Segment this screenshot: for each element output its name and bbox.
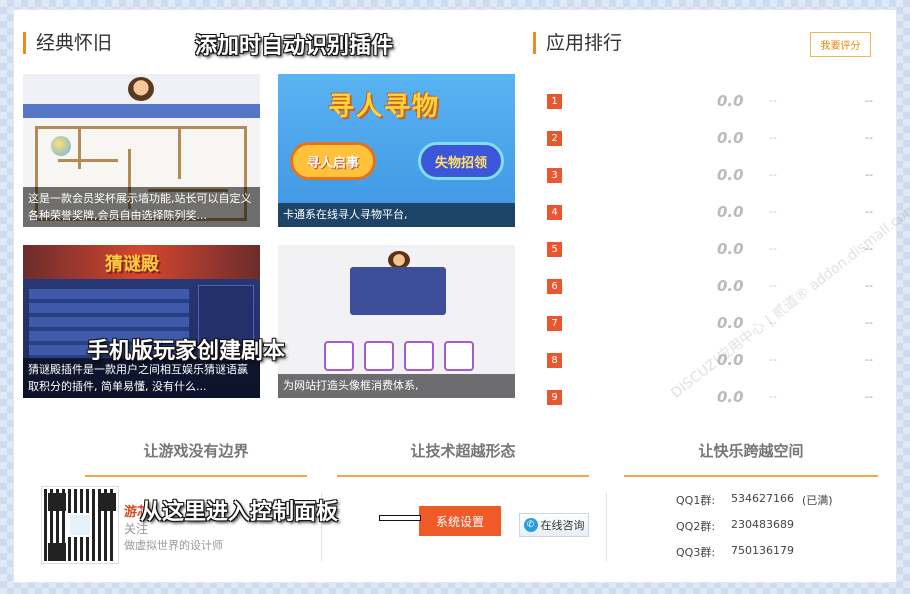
rank-col: -- [865,242,873,255]
rank-col: -- [865,390,873,403]
qr-logo-icon [68,513,92,537]
arrow-icon [380,516,420,520]
rank-col: -- [769,94,777,107]
ranking-row[interactable]: 5 0.0 -- -- [547,240,877,260]
rank-score: 0.0 [717,388,744,406]
plugin-card-avatar-frame[interactable]: 为网站打造头像框消费体系, [278,245,515,398]
rank-col: -- [769,205,777,218]
rank-score: 0.0 [717,277,744,295]
rank-col: -- [865,131,873,144]
ranking-row[interactable]: 8 0.0 -- -- [547,351,877,371]
rank-col: -- [865,205,873,218]
rank-col: -- [865,316,873,329]
rank-badge: 4 [547,205,562,220]
annotation-enter-panel: 从这里进入控制面板 [140,500,339,525]
qq-label: QQ2群: [676,520,716,533]
ranking-row[interactable]: 7 0.0 -- -- [547,314,877,334]
rank-col: -- [769,168,777,181]
chat-icon: ✆ [523,518,538,532]
rank-badge: 3 [547,168,562,183]
qq-label: QQ3群: [676,546,716,559]
rank-col: -- [865,168,873,181]
rank-score: 0.0 [717,129,744,147]
rank-badge: 2 [547,131,562,146]
ranking-row[interactable]: 6 0.0 -- -- [547,277,877,297]
ranking-row[interactable]: 1 0.0 -- -- [547,92,877,112]
slogan-joy: 让快乐跨越空间 [624,440,878,477]
rank-score: 0.0 [717,351,744,369]
rank-col: -- [769,390,777,403]
section-title-ranking: 应用排行 [533,32,622,54]
plugin-card-lost-found[interactable]: 寻人寻物 寻人启事 失物招领 卡通系在线寻人寻物平台, [278,74,515,227]
annotation-auto-detect: 添加时自动识别插件 [195,34,394,59]
rank-col: -- [769,279,777,292]
qq-number[interactable]: 534627166 [731,492,794,505]
qq-number[interactable]: 230483689 [731,518,794,531]
rank-score: 0.0 [717,166,744,184]
ranking-row[interactable]: 9 0.0 -- -- [547,388,877,408]
section-title-classic: 经典怀旧 [23,32,112,54]
online-consult-button[interactable]: ✆ 在线咨询 [519,513,589,537]
system-settings-button[interactable]: 系统设置 [419,506,501,536]
rank-col: -- [769,242,777,255]
rank-badge: 7 [547,316,562,331]
rank-score: 0.0 [717,203,744,221]
rank-badge: 5 [547,242,562,257]
plugin-card-riddle[interactable]: 猜谜殿 猜谜殿插件是一款用户之间相互娱乐猜谜语赢取积分的插件, 简单易懂, 没有… [23,245,260,398]
rank-col: -- [865,353,873,366]
divider [606,492,607,562]
rank-badge: 1 [547,94,562,109]
ranking-row[interactable]: 3 0.0 -- -- [547,166,877,186]
rank-badge: 8 [547,353,562,368]
avatar-icon [128,77,154,101]
card-caption: 这是一款会员奖杯展示墙功能,站长可以自定义各种荣誉奖牌,会员自由选择陈列奖... [23,187,260,227]
rank-col: -- [769,316,777,329]
rank-badge: 6 [547,279,562,294]
card-caption: 卡通系在线寻人寻物平台, [278,203,515,227]
slogan-tech: 让技术超越形态 [337,440,589,477]
annotation-mobile-script: 手机版玩家创建剧本 [87,339,286,364]
ranking-row[interactable]: 4 0.0 -- -- [547,203,877,223]
rank-col: -- [769,131,777,144]
card-logo: 猜谜殿 [105,254,159,275]
card-caption: 为网站打造头像框消费体系, [278,374,515,398]
rank-score: 0.0 [717,314,744,332]
rank-score: 0.0 [717,92,744,110]
slogan-game: 让游戏没有边界 [85,440,307,477]
plugin-card-trophy-wall[interactable]: 这是一款会员奖杯展示墙功能,站长可以自定义各种荣誉奖牌,会员自由选择陈列奖... [23,74,260,227]
rank-col: -- [865,279,873,292]
rank-col: -- [769,353,777,366]
online-consult-label: 在线咨询 [540,519,585,532]
trophy-icon [51,136,71,156]
brand-tagline: 做虚拟世界的设计师 [124,539,223,552]
qq-status: (已满) [802,494,833,507]
rank-badge: 9 [547,390,562,405]
ranking-row[interactable]: 2 0.0 -- -- [547,129,877,149]
rank-col: -- [865,94,873,107]
card-art-button: 失物招领 [418,142,504,180]
rate-button[interactable]: 我要评分 [810,32,871,57]
card-logo: 寻人寻物 [328,92,441,122]
rank-score: 0.0 [717,240,744,258]
card-art-button: 寻人启事 [290,142,376,180]
qq-label: QQ1群: [676,494,716,507]
qq-number[interactable]: 750136179 [731,544,794,557]
